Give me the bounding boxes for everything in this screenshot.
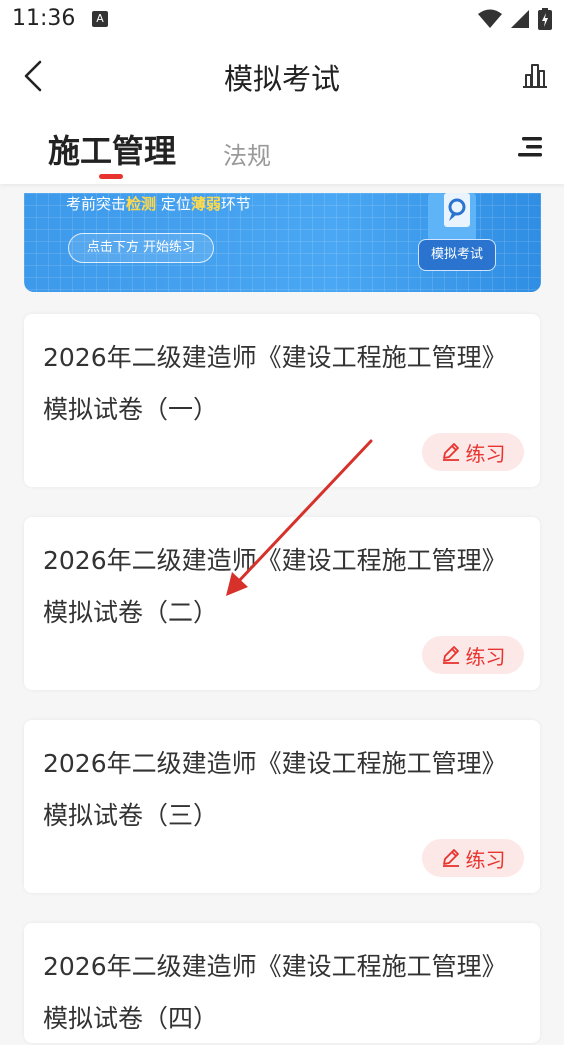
subject-tabs: 施工管理 法规 [0,112,564,184]
battery-icon [538,8,552,30]
pencil-icon [442,443,459,461]
bar-chart-icon[interactable] [520,60,550,90]
practice-label: 练习 [465,441,506,466]
practice-button[interactable]: 练习 [422,433,524,471]
practice-button[interactable]: 练习 [422,636,524,674]
banner-exam-tag: 模拟考试 [418,239,496,271]
promo-banner[interactable]: 考前突击检测 定位薄弱环节 点击下方 开始练习 模拟考试 [24,193,541,292]
page-title: 模拟考试 [223,62,340,96]
nav-bar: 模拟考试 [0,40,564,112]
pencil-icon [442,646,459,664]
status-bar: 11:36 A [0,0,564,40]
start-practice-button[interactable]: 点击下方 开始练习 [68,233,214,263]
pencil-icon [442,849,459,867]
exam-card[interactable]: 2026年二级建造师《建设工程施工管理》模拟试卷（三） 练习 [24,720,540,893]
wifi-icon [478,9,502,28]
active-tab-indicator [99,174,123,179]
exam-card[interactable]: 2026年二级建造师《建设工程施工管理》模拟试卷（一） 练习 [24,314,540,487]
status-icons [478,8,552,30]
exam-title: 2026年二级建造师《建设工程施工管理》模拟试卷（四） [43,952,507,1033]
exam-title: 2026年二级建造师《建设工程施工管理》模拟试卷（一） [43,343,507,424]
practice-label: 练习 [465,847,506,872]
banner-slogan: 考前突击检测 定位薄弱环节 [66,195,251,213]
exam-card[interactable]: 2026年二级建造师《建设工程施工管理》模拟试卷（四） [24,923,540,1043]
status-time: 11:36 [12,6,76,31]
tab-construction-management[interactable]: 施工管理 [48,126,176,172]
signal-icon [511,10,529,28]
exam-title: 2026年二级建造师《建设工程施工管理》模拟试卷（二） [43,546,507,627]
menu-icon[interactable] [516,136,542,158]
notification-icon: A [92,11,108,27]
practice-button[interactable]: 练习 [422,839,524,877]
tab-regulations[interactable]: 法规 [223,136,271,171]
exam-title: 2026年二级建造师《建设工程施工管理》模拟试卷（三） [43,749,507,830]
exam-card[interactable]: 2026年二级建造师《建设工程施工管理》模拟试卷（二） 练习 [24,517,540,690]
practice-label: 练习 [465,644,506,669]
